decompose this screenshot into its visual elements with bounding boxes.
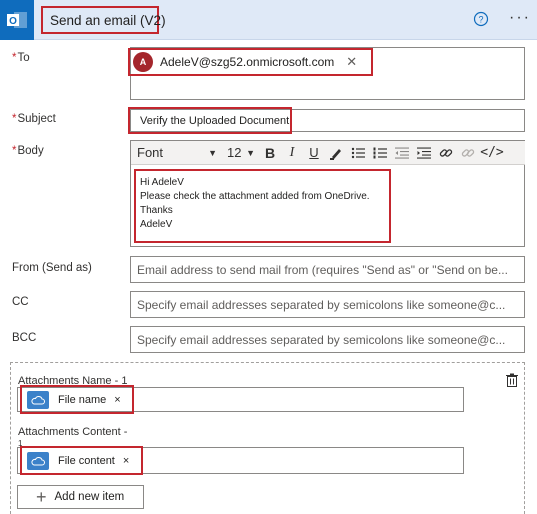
bullet-list-icon[interactable] (347, 142, 369, 164)
chevron-down-icon: ▼ (208, 147, 217, 158)
code-view-icon[interactable]: </> (479, 142, 505, 164)
recipient-email: AdeleV@szg52.onmicrosoft.com (160, 55, 335, 69)
from-input[interactable]: Email address to send mail from (require… (130, 256, 525, 283)
attachments-content-label: Attachments Content - (18, 426, 128, 438)
unlink-icon[interactable] (457, 142, 479, 164)
rich-text-toolbar: Font ▼ 12 ▼ B I U </> (131, 141, 525, 165)
outlook-icon: O (0, 0, 34, 40)
highlight-box (128, 107, 292, 134)
font-value: Font (137, 145, 164, 160)
from-label: From (Send as) (12, 262, 92, 274)
highlight-box (134, 169, 391, 243)
delete-item-icon[interactable] (505, 373, 519, 387)
svg-text:O: O (9, 16, 17, 27)
underline-icon[interactable]: U (303, 142, 325, 164)
font-size-value: 12 (227, 145, 242, 160)
recipient-chip[interactable]: A AdeleV@szg52.onmicrosoft.com ✕ (130, 50, 370, 74)
decrease-indent-icon[interactable] (391, 142, 413, 164)
cc-placeholder: Specify email addresses separated by sem… (137, 297, 506, 312)
svg-text:?: ? (478, 15, 483, 25)
cc-label: CC (12, 296, 29, 308)
action-title[interactable]: Send an email (V2) (41, 6, 166, 34)
question-circle-icon[interactable]: ? (473, 11, 489, 27)
from-placeholder: Email address to send mail from (require… (137, 262, 508, 277)
cc-input[interactable]: Specify email addresses separated by sem… (130, 291, 525, 318)
highlight-box (20, 446, 143, 475)
italic-icon[interactable]: I (281, 142, 303, 164)
font-size-dropdown[interactable]: 12 ▼ (223, 142, 259, 164)
subject-label: *Subject (12, 113, 56, 125)
plus-icon: + (36, 487, 47, 507)
add-new-item-label: Add new item (54, 491, 125, 503)
highlight-box (20, 385, 134, 414)
link-icon[interactable] (435, 142, 457, 164)
close-icon[interactable]: ✕ (346, 54, 357, 70)
font-dropdown[interactable]: Font ▼ (131, 142, 223, 164)
to-label: *To (12, 52, 30, 64)
bcc-input[interactable]: Specify email addresses separated by sem… (130, 326, 525, 353)
chevron-down-icon: ▼ (246, 147, 255, 158)
bcc-label: BCC (12, 332, 37, 344)
avatar: A (133, 52, 153, 72)
body-label: *Body (12, 145, 44, 157)
action-header: O Send an email (V2) ? ··· (0, 0, 537, 40)
add-new-item-button[interactable]: + Add new item (17, 485, 144, 509)
numbered-list-icon[interactable] (369, 142, 391, 164)
increase-indent-icon[interactable] (413, 142, 435, 164)
highlighter-icon[interactable] (325, 142, 347, 164)
more-options-icon[interactable]: ··· (509, 10, 531, 26)
bold-icon[interactable]: B (259, 142, 281, 164)
bcc-placeholder: Specify email addresses separated by sem… (137, 332, 506, 347)
